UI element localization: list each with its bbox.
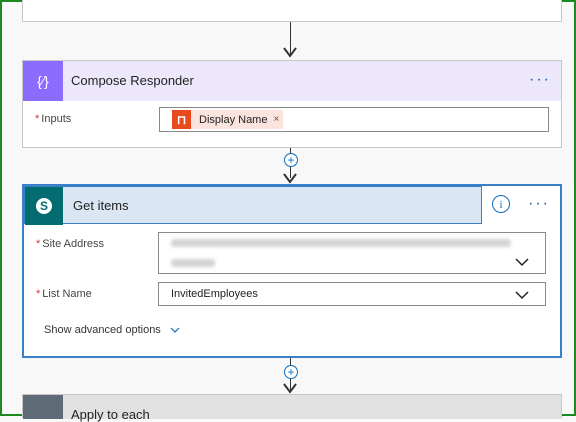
previous-action-card[interactable]: [22, 0, 562, 22]
more-options-button[interactable]: ···: [528, 195, 550, 213]
office-icon: ⊓: [172, 110, 191, 129]
chevron-down-icon: [170, 327, 180, 333]
list-name-label: * List Name: [36, 288, 92, 300]
compose-icon: {⁄}: [23, 61, 63, 101]
apply-title: Apply to each: [71, 407, 150, 422]
site-address-value-redacted: [171, 239, 511, 247]
more-options-button[interactable]: ···: [529, 71, 551, 89]
display-name-token[interactable]: ⊓ Display Name ×: [172, 110, 284, 129]
info-icon[interactable]: i: [492, 195, 510, 213]
compose-title: Compose Responder: [71, 73, 194, 88]
insert-step-button[interactable]: +: [284, 365, 298, 379]
get-items-card[interactable]: S Get items i ··· * Site Address * List Na…: [22, 184, 562, 358]
get-items-header[interactable]: S Get items: [24, 186, 482, 225]
inputs-label: * Inputs: [35, 113, 72, 125]
compose-responder-card[interactable]: {⁄} Compose Responder ··· * Inputs ⊓ Disp…: [22, 60, 562, 148]
loop-icon: [23, 395, 63, 419]
get-items-title: Get items: [73, 198, 129, 213]
sharepoint-icon: S: [25, 187, 63, 225]
list-name-value: InvitedEmployees: [171, 288, 258, 300]
show-advanced-options-link[interactable]: Show advanced options: [44, 324, 180, 336]
apply-header[interactable]: Apply to each: [23, 395, 561, 422]
compose-header[interactable]: {⁄} Compose Responder ···: [23, 61, 561, 101]
remove-token-button[interactable]: ×: [273, 114, 279, 125]
inputs-field[interactable]: ⊓ Display Name ×: [159, 107, 549, 132]
apply-to-each-card[interactable]: Apply to each: [22, 394, 562, 422]
list-name-dropdown[interactable]: InvitedEmployees: [158, 282, 546, 306]
insert-step-button[interactable]: +: [284, 153, 298, 167]
arrow-down-icon: [283, 173, 297, 184]
arrow-down-icon: [283, 383, 297, 394]
site-address-label: * Site Address: [36, 238, 105, 250]
arrow-down-icon: [283, 47, 297, 58]
chevron-down-icon[interactable]: [515, 290, 529, 300]
site-address-value-redacted: [171, 259, 215, 267]
site-address-dropdown[interactable]: [158, 232, 546, 274]
chevron-down-icon[interactable]: [515, 257, 529, 267]
